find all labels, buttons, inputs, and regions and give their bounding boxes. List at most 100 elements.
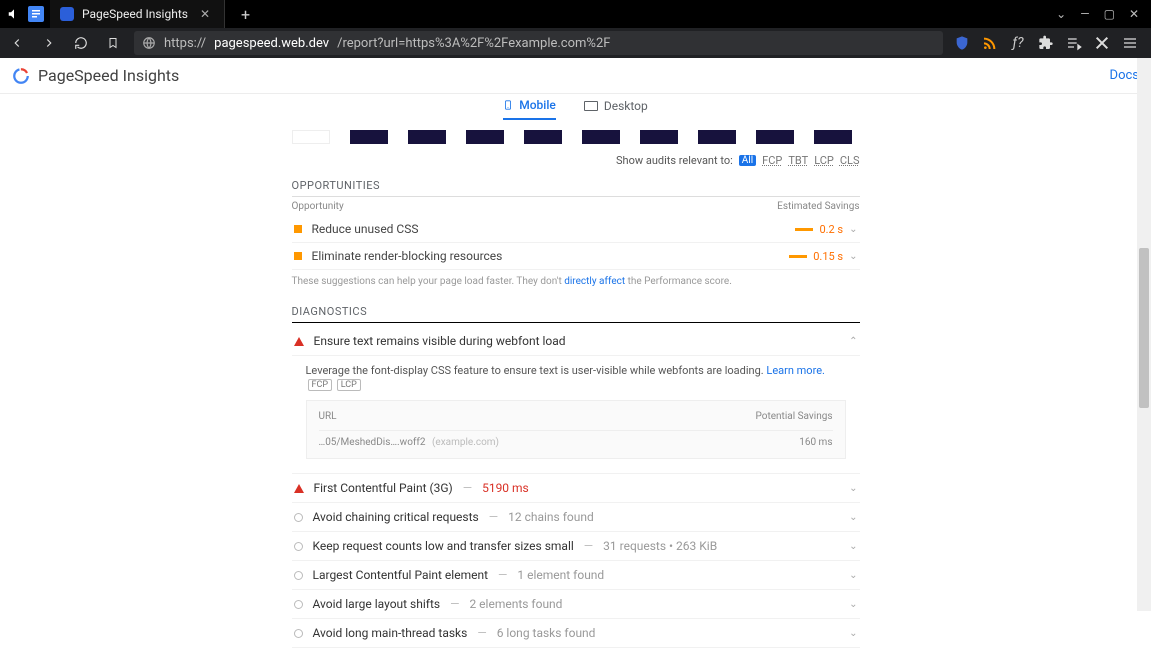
diagnostic-row[interactable]: Avoid long main-thread tasks — 6 long ta…	[292, 619, 860, 648]
filmstrip-frame	[292, 130, 330, 144]
url-bar[interactable]: https:// pagespeed.web.dev/report?url=htt…	[134, 31, 943, 55]
filter-cls[interactable]: CLS	[840, 154, 860, 167]
filmstrip-frame	[582, 130, 620, 144]
rss-icon[interactable]	[981, 34, 999, 52]
chevron-up-icon: ⌃	[849, 336, 857, 347]
window-close-icon[interactable]: ✕	[1129, 7, 1139, 21]
nav-back-button[interactable]	[6, 32, 28, 54]
window-minimize-icon[interactable]: —	[1080, 7, 1089, 21]
docs-link[interactable]: Docs	[1110, 68, 1139, 83]
chevron-down-icon: ⌄	[849, 599, 857, 610]
chevron-down-icon: ⌄	[849, 251, 857, 262]
nav-forward-button[interactable]	[38, 32, 60, 54]
diagnostic-row[interactable]: Keep request counts low and transfer siz…	[292, 532, 860, 561]
diag-title: Largest Contentful Paint element	[313, 568, 489, 582]
extensions-icon[interactable]	[1037, 34, 1055, 52]
window-maximize-icon[interactable]: ▢	[1104, 7, 1115, 21]
diag-meta: 5190 ms	[482, 481, 529, 495]
browser-toolbar: https:// pagespeed.web.dev/report?url=htt…	[0, 28, 1151, 58]
tbl-col-url: URL	[319, 411, 337, 422]
savings-bar	[795, 228, 813, 231]
filter-fcp[interactable]: FCP	[762, 154, 782, 167]
filter-label: Show audits relevant to:	[616, 154, 733, 167]
menu-icon[interactable]	[1121, 34, 1139, 52]
filter-tbt[interactable]: TBT	[788, 154, 808, 167]
diagnostic-row[interactable]: Largest Contentful Paint element — 1 ele…	[292, 561, 860, 590]
chevron-down-icon: ⌄	[849, 628, 857, 639]
opp-col-left: Opportunity	[292, 201, 344, 212]
url-host: pagespeed.web.dev	[214, 36, 329, 51]
diagnostic-row[interactable]: First Contentful Paint (3G) — 5190 ms⌄	[292, 474, 860, 503]
browser-tab[interactable]: PageSpeed Insights ✕	[50, 0, 225, 28]
diag-title: Avoid chaining critical requests	[313, 510, 479, 524]
opp-value: 0.15 s	[813, 250, 843, 263]
info-circle-icon	[294, 600, 303, 609]
app-title: PageSpeed Insights	[38, 66, 179, 85]
scrollbar[interactable]	[1137, 58, 1151, 611]
diag-title: Ensure text remains visible during webfo…	[314, 334, 566, 348]
diagnostic-row[interactable]: Avoid chaining critical requests — 12 ch…	[292, 503, 860, 532]
diag-meta: 6 long tasks found	[497, 626, 596, 640]
info-circle-icon	[294, 542, 303, 551]
diag-meta: 1 element found	[517, 568, 604, 582]
diagnostic-row[interactable]: Avoid large layout shifts — 2 elements f…	[292, 590, 860, 619]
scrollbar-thumb[interactable]	[1139, 248, 1149, 408]
chevron-down-icon: ⌄	[849, 570, 857, 581]
diag-title: Avoid large layout shifts	[313, 597, 441, 611]
tab-title: PageSpeed Insights	[82, 7, 188, 21]
bookmark-icon[interactable]	[102, 32, 124, 54]
url-scheme: https://	[164, 36, 206, 51]
opportunities-heading: OPPORTUNITIES	[292, 179, 860, 197]
url-path: /report?url=https%3A%2F%2Fexample.com%2F	[337, 36, 610, 51]
info-circle-icon	[294, 513, 303, 522]
learn-more-link[interactable]: Learn more.	[766, 364, 825, 377]
diagnostic-table: URL Potential Savings …05/MeshedDis….wof…	[306, 400, 846, 459]
device-tabs: Mobile Desktop	[0, 94, 1151, 124]
opportunity-row[interactable]: Eliminate render-blocking resources 0.15…	[292, 243, 860, 270]
opp-name: Eliminate render-blocking resources	[312, 249, 790, 263]
speaker-icon	[6, 6, 22, 22]
diagnostics-heading: DIAGNOSTICS	[292, 305, 860, 323]
diag-title: Avoid long main-thread tasks	[313, 626, 468, 640]
filter-all[interactable]: All	[739, 155, 756, 166]
opp-name: Reduce unused CSS	[312, 222, 796, 236]
tab-mobile[interactable]: Mobile	[503, 98, 556, 120]
function-icon[interactable]: ƒ?	[1009, 34, 1027, 52]
shield-icon[interactable]	[953, 34, 971, 52]
chevron-down-icon: ⌄	[849, 541, 857, 552]
nav-reload-button[interactable]	[70, 32, 92, 54]
table-row: …05/MeshedDis….woff2 (example.com) 160 m…	[319, 430, 833, 448]
new-tab-button[interactable]: +	[231, 5, 260, 24]
info-circle-icon	[294, 629, 303, 638]
filter-lcp[interactable]: LCP	[814, 154, 834, 167]
diagnostic-header[interactable]: Ensure text remains visible during webfo…	[292, 327, 860, 355]
opportunity-row[interactable]: Reduce unused CSS 0.2 s ⌄	[292, 216, 860, 243]
filmstrip-frame	[408, 130, 446, 144]
warning-square-icon	[294, 252, 302, 260]
chevron-down-icon[interactable]: ⌄	[1056, 7, 1066, 21]
metric-tag: LCP	[337, 379, 361, 391]
opportunities-note: These suggestions can help your page loa…	[292, 276, 860, 287]
tab-favicon	[60, 7, 74, 21]
tab-desktop[interactable]: Desktop	[584, 99, 648, 119]
metric-tag: FCP	[308, 379, 333, 391]
diag-meta: 31 requests • 263 KiB	[603, 539, 717, 553]
warning-triangle-icon	[294, 484, 304, 493]
opp-col-right: Estimated Savings	[777, 201, 859, 212]
note-link[interactable]: directly affect	[564, 276, 625, 287]
tab-close-icon[interactable]: ✕	[196, 7, 214, 21]
warning-square-icon	[294, 225, 302, 233]
tbl-col-savings: Potential Savings	[756, 411, 833, 422]
filmstrip-frame	[640, 130, 678, 144]
filmstrip-frame	[524, 130, 562, 144]
docs-app-icon[interactable]	[28, 6, 44, 22]
savings-bar	[789, 255, 807, 258]
diagnostic-expanded: Ensure text remains visible during webfo…	[292, 327, 860, 474]
filmstrip-frame	[698, 130, 736, 144]
psi-logo-icon	[12, 67, 30, 85]
diag-title: First Contentful Paint (3G)	[314, 481, 453, 495]
cross-tool-icon[interactable]	[1093, 34, 1111, 52]
chevron-down-icon: ⌄	[849, 512, 857, 523]
playlist-icon[interactable]	[1065, 34, 1083, 52]
diag-title: Keep request counts low and transfer siz…	[313, 539, 574, 553]
